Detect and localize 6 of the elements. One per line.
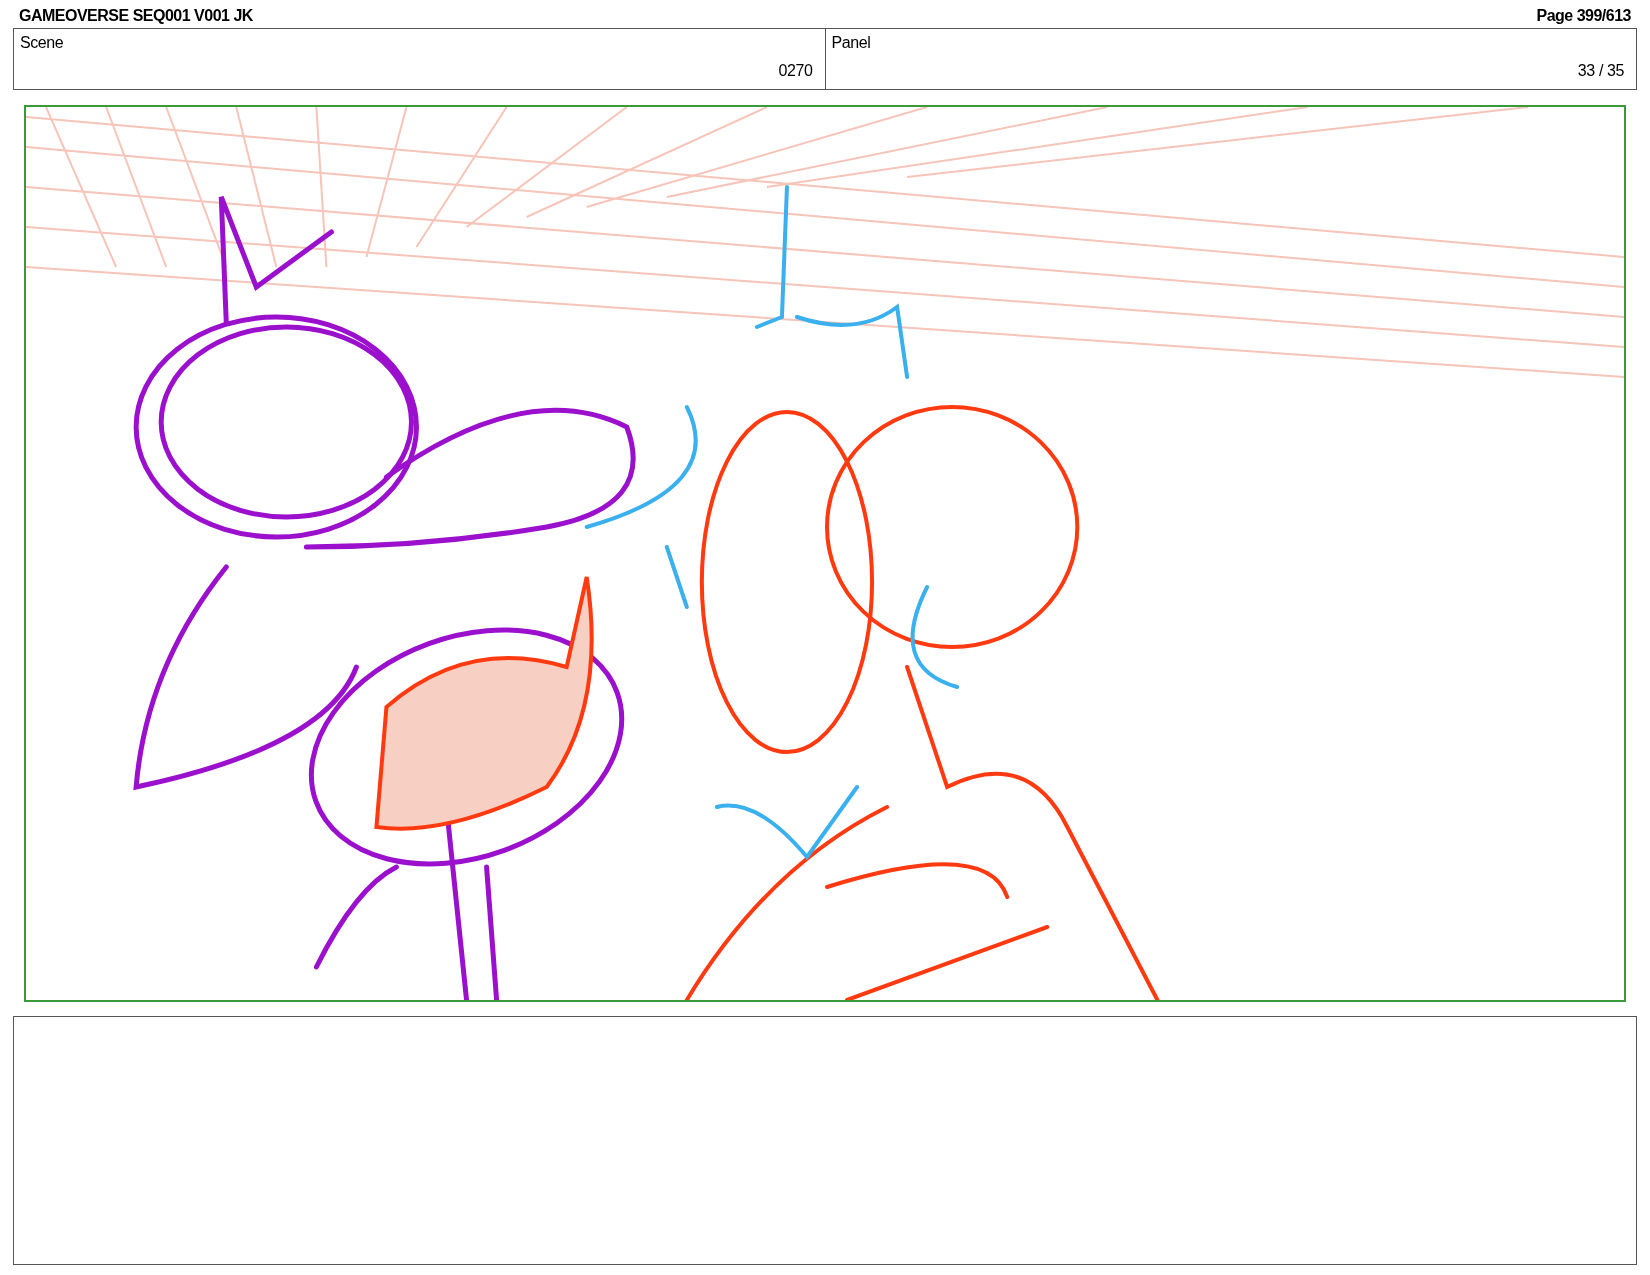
document-title: GAMEOVERSE SEQ001 V001 JK bbox=[19, 6, 253, 26]
page-number: Page 399/613 bbox=[1536, 6, 1631, 26]
field-value: 0270 bbox=[778, 61, 813, 81]
field-label: Scene bbox=[20, 33, 64, 53]
field-value: 33 / 35 bbox=[1577, 61, 1624, 81]
field-label: Panel bbox=[831, 33, 871, 53]
